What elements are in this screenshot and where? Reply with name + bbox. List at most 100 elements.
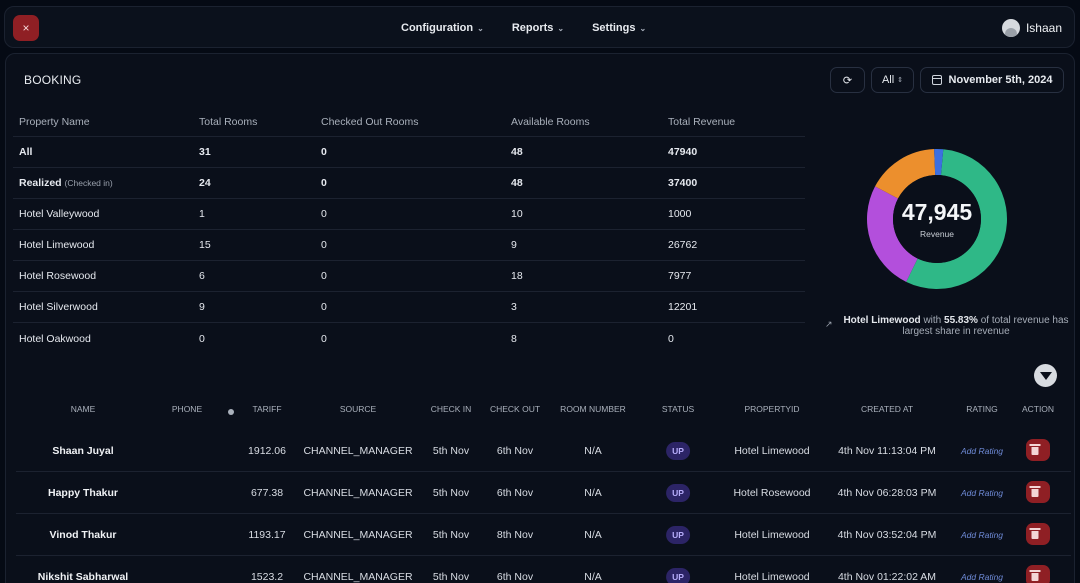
total-rooms: 31: [199, 146, 211, 158]
booking-row[interactable]: Shaan Juyal 1912.06 CHANNEL_MANAGER 5th …: [6, 429, 1076, 471]
booking-row[interactable]: Happy Thakur 677.38 CHANNEL_MANAGER 5th …: [6, 471, 1076, 513]
close-button[interactable]: ×: [13, 15, 39, 41]
guest-name: Vinod Thakur: [49, 529, 117, 541]
check-out: 6th Nov: [496, 487, 534, 499]
booking-row[interactable]: Vinod Thakur 1193.17 CHANNEL_MANAGER 5th…: [6, 513, 1076, 555]
total-rooms: 9: [199, 301, 205, 313]
check-in: 5th Nov: [432, 571, 470, 583]
checked-out-rooms: 0: [321, 208, 327, 220]
trending-up-icon: ↗: [825, 319, 833, 329]
check-out: 8th Nov: [496, 529, 534, 541]
checked-out-rooms: 0: [321, 301, 327, 313]
delete-button[interactable]: [1026, 565, 1050, 583]
property-name-cell: Realized (Checked in): [13, 177, 199, 189]
property-note: (Checked in): [64, 178, 113, 188]
chevron-updown-icon: ⇕: [897, 77, 904, 84]
property-name: Hotel Rosewood: [19, 270, 97, 282]
tariff: 1193.17: [248, 529, 286, 541]
filter-button[interactable]: [1034, 364, 1057, 387]
column-header: Property Name: [19, 115, 90, 128]
delete-button[interactable]: [1026, 439, 1050, 461]
property-name: Hotel Limewood: [19, 239, 95, 251]
refresh-button[interactable]: ⟳: [830, 67, 865, 93]
property-filter-value: All: [881, 74, 895, 86]
menu-settings[interactable]: Settings ⌄: [592, 22, 646, 34]
chevron-down-icon: ⌄: [557, 23, 565, 33]
summary-row: Hotel Silverwood 9 0 3 12201: [13, 292, 805, 323]
column-header: STATUS: [661, 404, 695, 414]
total-rooms: 15: [199, 239, 211, 251]
trash-icon: [1029, 486, 1040, 497]
user-icon: [1004, 28, 1017, 37]
filter-icon: [1039, 371, 1052, 380]
total-revenue: 7977: [668, 270, 692, 282]
add-rating-link[interactable]: Add Rating: [961, 488, 1003, 498]
column-header: CHECK IN: [430, 404, 472, 414]
page-title: BOOKING: [24, 73, 82, 87]
date-picker-button[interactable]: November 5th, 2024: [920, 67, 1064, 93]
delete-button[interactable]: [1026, 481, 1050, 503]
available-rooms: 10: [511, 208, 523, 220]
menu-configuration-label: Configuration: [401, 22, 474, 34]
add-rating-link[interactable]: Add Rating: [961, 530, 1003, 540]
property-name: Hotel Silverwood: [19, 301, 98, 313]
total-rooms: 1: [199, 208, 205, 220]
info-icon[interactable]: [228, 409, 234, 415]
column-header: Total Rooms: [199, 115, 258, 128]
summary-row: Hotel Rosewood 6 0 18 7977: [13, 261, 805, 292]
add-rating-link[interactable]: Add Rating: [961, 572, 1003, 582]
property-name: Realized: [19, 177, 62, 189]
insight-hotel: Hotel Limewood: [843, 315, 921, 326]
booking-row[interactable]: Nikshit Sabharwal 1523.2 CHANNEL_MANAGER…: [6, 555, 1076, 583]
property-name: Hotel Oakwood: [19, 332, 91, 345]
property-name: All: [19, 146, 33, 158]
column-header: Available Rooms: [511, 115, 590, 128]
menu-reports[interactable]: Reports ⌄: [512, 22, 564, 34]
checked-out-rooms: 0: [321, 270, 327, 282]
user-menu[interactable]: Ishaan: [1001, 7, 1062, 49]
available-rooms: 48: [511, 146, 523, 158]
user-name: Ishaan: [1025, 21, 1062, 35]
property-id: Hotel Rosewood: [733, 487, 811, 499]
add-rating-link[interactable]: Add Rating: [961, 446, 1003, 456]
total-revenue: 12201: [668, 301, 698, 313]
status-badge: UP: [666, 484, 690, 502]
tariff: 1912.06: [248, 445, 286, 457]
summary-row-realized: Realized (Checked in) 24 0 48 37400: [13, 168, 805, 199]
column-header: Checked Out Rooms: [321, 115, 419, 128]
check-out: 6th Nov: [496, 571, 534, 583]
trash-icon: [1029, 528, 1040, 539]
column-header: NAME: [70, 404, 96, 414]
trash-icon: [1029, 570, 1040, 581]
total-revenue: 37400: [668, 177, 698, 189]
guest-name: Nikshit Sabharwal: [37, 571, 129, 583]
summary-row: Hotel Limewood 15 0 9 26762: [13, 230, 805, 261]
avatar: [1001, 19, 1020, 37]
menu-configuration[interactable]: Configuration ⌄: [401, 22, 484, 34]
available-rooms: 3: [511, 301, 517, 313]
source: CHANNEL_MANAGER: [303, 487, 413, 499]
tariff: 677.38: [250, 487, 284, 499]
checked-out-rooms: 0: [321, 177, 327, 189]
column-header: ACTION: [1021, 404, 1055, 414]
insight-with: with: [920, 315, 945, 326]
property-filter-select[interactable]: All ⇕: [871, 67, 914, 93]
room-number: N/A: [584, 445, 602, 457]
summary-row-all: All 31 0 48 47940: [13, 137, 805, 168]
delete-button[interactable]: [1026, 523, 1050, 545]
source: CHANNEL_MANAGER: [303, 445, 413, 457]
donut-total-label: Revenue: [919, 229, 955, 239]
check-out: 6th Nov: [496, 445, 534, 457]
summary-header-row: Property Name Total Rooms Checked Out Ro…: [13, 107, 805, 137]
check-in: 5th Nov: [432, 445, 470, 457]
close-icon: ×: [22, 21, 30, 35]
guest-name: Happy Thakur: [47, 487, 119, 499]
total-revenue: 26762: [668, 239, 698, 251]
property-id: Hotel Limewood: [734, 445, 810, 457]
insight-percent: 55.83%: [944, 315, 978, 326]
status-badge: UP: [666, 526, 690, 544]
available-rooms: 18: [511, 270, 523, 282]
chevron-down-icon: ⌄: [477, 23, 484, 33]
column-header: Total Revenue: [668, 115, 736, 128]
menu-settings-label: Settings: [592, 22, 636, 34]
